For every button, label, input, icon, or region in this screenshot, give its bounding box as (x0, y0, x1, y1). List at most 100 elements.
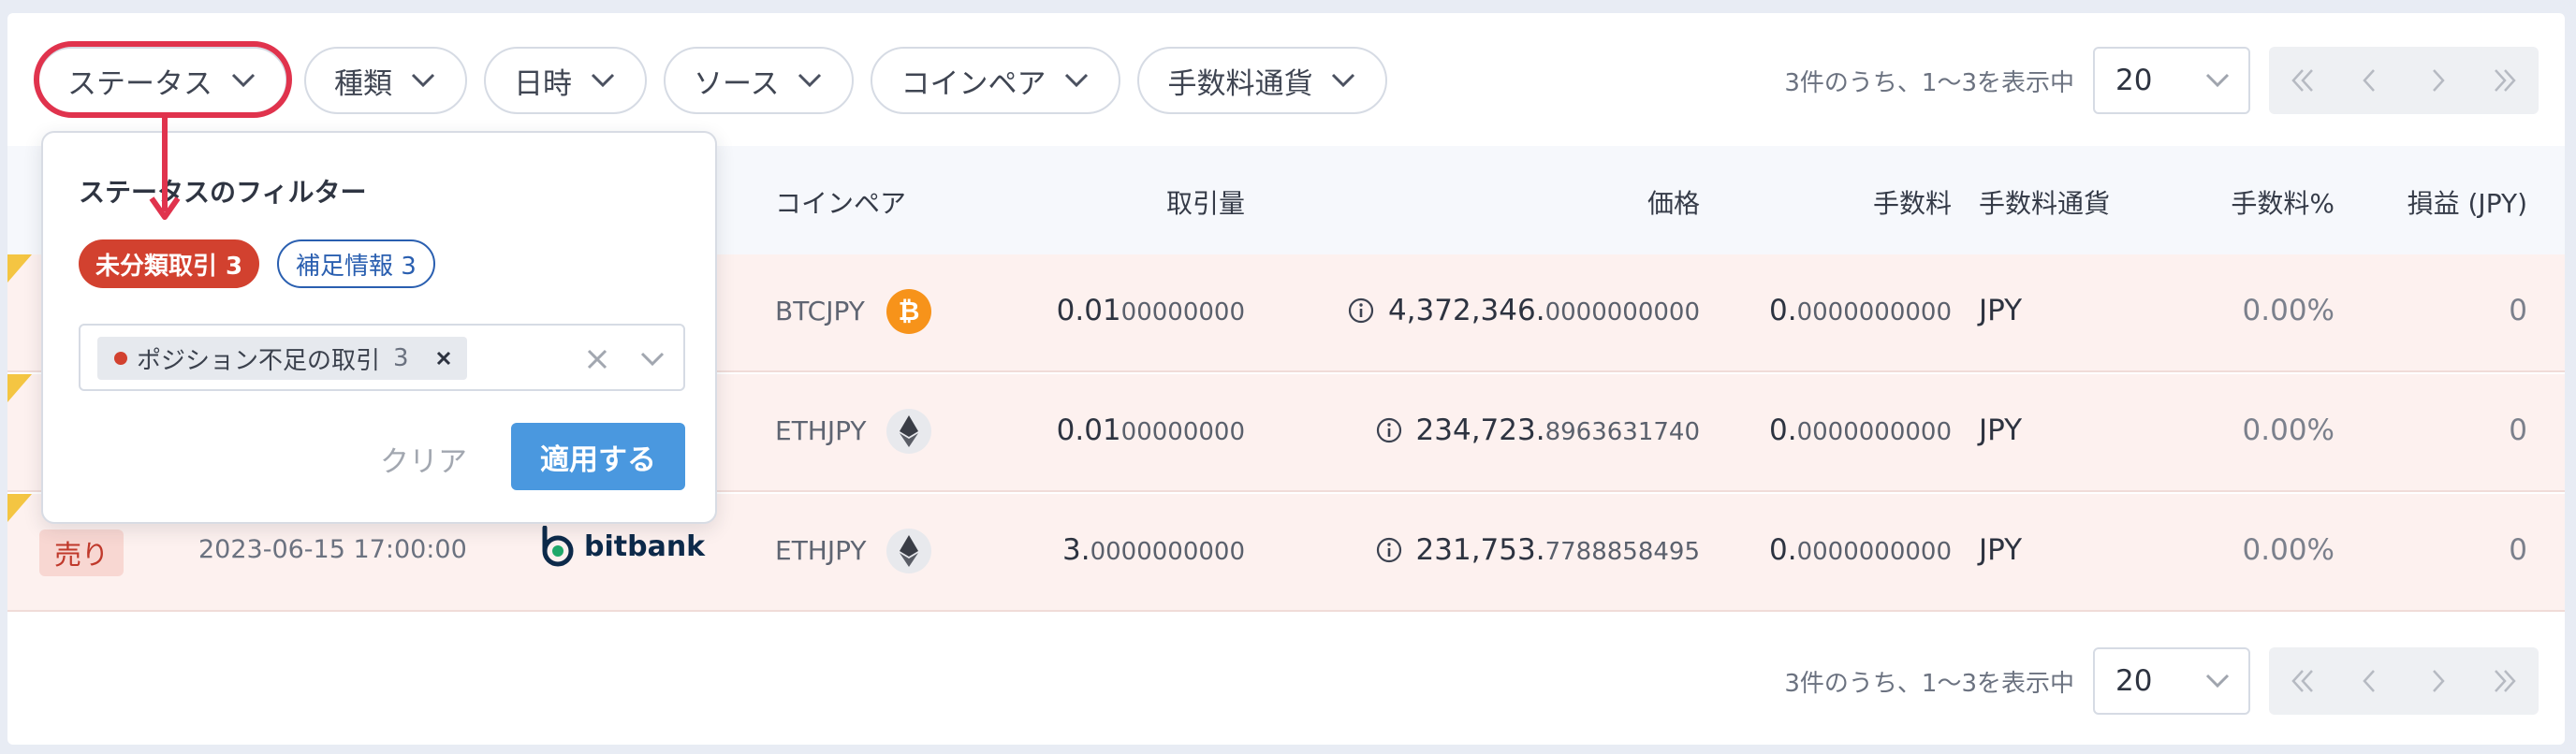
status-dot-icon (114, 352, 127, 365)
header-coinpair: コインペア (775, 188, 907, 219)
row-fee-currency: JPY (1979, 533, 2023, 567)
header-amount: 取引量 (1165, 188, 1245, 219)
next-page-button[interactable] (2404, 47, 2471, 114)
filter-fee-currency-button[interactable]: 手数料通貨 (1137, 47, 1388, 114)
row-pnl: 0 (2509, 294, 2527, 327)
exchange-name: bitbank (584, 529, 706, 563)
chevron-down-icon (2205, 674, 2230, 689)
double-chevron-left-icon (2291, 670, 2313, 692)
pagination-top: 3件のうち、1〜3を表示中 20 (1784, 47, 2539, 114)
row-coinpair: ETHJPY (775, 415, 867, 446)
next-page-button[interactable] (2404, 647, 2471, 715)
filter-status-label: ステータス (67, 66, 212, 101)
chevron-down-icon (1332, 73, 1355, 88)
info-icon[interactable] (1375, 536, 1403, 564)
first-page-button[interactable] (2269, 647, 2336, 715)
arrow-down-icon (149, 116, 181, 220)
filter-type-button[interactable]: 種類 (304, 47, 467, 114)
info-icon[interactable] (1375, 416, 1403, 444)
row-fee-pct: 0.00% (2242, 413, 2334, 447)
ethereum-icon (886, 529, 931, 573)
filter-source-label: ソース (694, 66, 780, 101)
bitbank-logo-icon (542, 526, 574, 567)
pagination-buttons (2269, 47, 2539, 114)
row-price: 4,372,346.0000000000 (1347, 294, 1700, 327)
remove-chip-icon[interactable] (433, 348, 454, 369)
per-page-select[interactable]: 20 (2093, 47, 2250, 114)
row-fee-currency: JPY (1979, 294, 2023, 327)
filter-datetime-label: 日時 (514, 66, 572, 101)
filter-fee-currency-label: 手数料通貨 (1167, 66, 1313, 101)
info-icon[interactable] (1347, 297, 1375, 325)
svg-text:₿: ₿ (899, 296, 920, 326)
unclassified-tag[interactable]: 未分類取引 3 (79, 239, 260, 288)
filter-coinpair-button[interactable]: コインペア (871, 47, 1121, 114)
row-datetime: 2023-06-15 17:00:00 (198, 535, 467, 564)
pagination-range-text: 3件のうち、1〜3を表示中 (1784, 669, 2074, 698)
row-fee-pct: 0.00% (2242, 533, 2334, 567)
chevron-down-icon (2205, 73, 2230, 88)
clear-button[interactable]: クリア (380, 438, 467, 480)
pagination-bottom: 3件のうち、1〜3を表示中 20 (1784, 647, 2539, 715)
double-chevron-left-icon (2291, 69, 2313, 92)
header-fee-pct: 手数料% (2231, 188, 2334, 219)
chevron-right-icon (2433, 670, 2445, 692)
ethereum-icon (886, 409, 931, 454)
row-amount: 0.0100000000 (1056, 413, 1245, 447)
row-coinpair: ETHJPY (775, 535, 867, 566)
chevron-left-icon (2363, 670, 2375, 692)
last-page-button[interactable] (2471, 647, 2539, 715)
per-page-select[interactable]: 20 (2093, 647, 2250, 715)
chevron-down-icon (591, 73, 615, 88)
filter-type-label: 種類 (334, 66, 392, 101)
selected-status-label: ポジション不足の取引 (137, 346, 381, 375)
per-page-value: 20 (2115, 64, 2153, 97)
chevron-down-icon (1065, 73, 1089, 88)
chevron-left-icon (2363, 69, 2375, 92)
row-fee: 0.0000000000 (1769, 413, 1952, 447)
supplement-info-tag[interactable]: 補足情報 3 (277, 239, 435, 288)
status-filter-popover: ステータスのフィルター 未分類取引 3 補足情報 3 ポジション不足の取引 3 … (41, 131, 717, 524)
row-fee: 0.0000000000 (1769, 294, 1952, 327)
row-flag-marker (7, 374, 32, 402)
row-fee-pct: 0.00% (2242, 294, 2334, 327)
chevron-down-icon (798, 73, 822, 88)
clear-selection-icon[interactable] (584, 346, 610, 372)
selected-status-count: 3 (393, 344, 409, 372)
prev-page-button[interactable] (2336, 47, 2404, 114)
first-page-button[interactable] (2269, 47, 2336, 114)
side-badge: 売り (39, 529, 124, 576)
row-price: 231,753.7788858495 (1375, 533, 1700, 567)
row-fee-currency: JPY (1979, 413, 2023, 447)
prev-page-button[interactable] (2336, 647, 2404, 715)
chevron-down-icon (231, 73, 256, 88)
header-price: 価格 (1647, 188, 1700, 219)
row-fee: 0.0000000000 (1769, 533, 1952, 567)
header-fee: 手数料 (1872, 188, 1952, 219)
chevron-down-icon[interactable] (638, 350, 666, 369)
filter-coinpair-label: コインペア (900, 66, 1046, 101)
row-coinpair: BTCJPY (775, 296, 865, 326)
row-amount: 0.0100000000 (1056, 294, 1245, 327)
filter-datetime-button[interactable]: 日時 (484, 47, 647, 114)
status-multiselect[interactable]: ポジション不足の取引 3 (79, 324, 685, 391)
apply-button[interactable]: 適用する (511, 423, 685, 490)
chevron-right-icon (2433, 69, 2445, 92)
bitcoin-icon: ₿ (886, 289, 931, 334)
row-amount: 3.0000000000 (1062, 533, 1245, 567)
filter-source-button[interactable]: ソース (664, 47, 855, 114)
double-chevron-right-icon (2495, 670, 2516, 692)
header-fee-currency: 手数料通貨 (1979, 188, 2111, 219)
row-pnl: 0 (2509, 413, 2527, 447)
row-price: 234,723.8963631740 (1375, 413, 1700, 447)
last-page-button[interactable] (2471, 47, 2539, 114)
popover-title: ステータスのフィルター (79, 177, 367, 208)
pagination-buttons (2269, 647, 2539, 715)
exchange-logo: bitbank (539, 526, 705, 567)
row-pnl: 0 (2509, 533, 2527, 567)
selected-status-chip: ポジション不足の取引 3 (97, 337, 467, 380)
filter-status-button[interactable]: ステータス (37, 47, 287, 114)
chevron-down-icon (411, 73, 435, 88)
double-chevron-right-icon (2495, 69, 2516, 92)
pagination-range-text: 3件のうち、1〜3を表示中 (1784, 68, 2074, 97)
